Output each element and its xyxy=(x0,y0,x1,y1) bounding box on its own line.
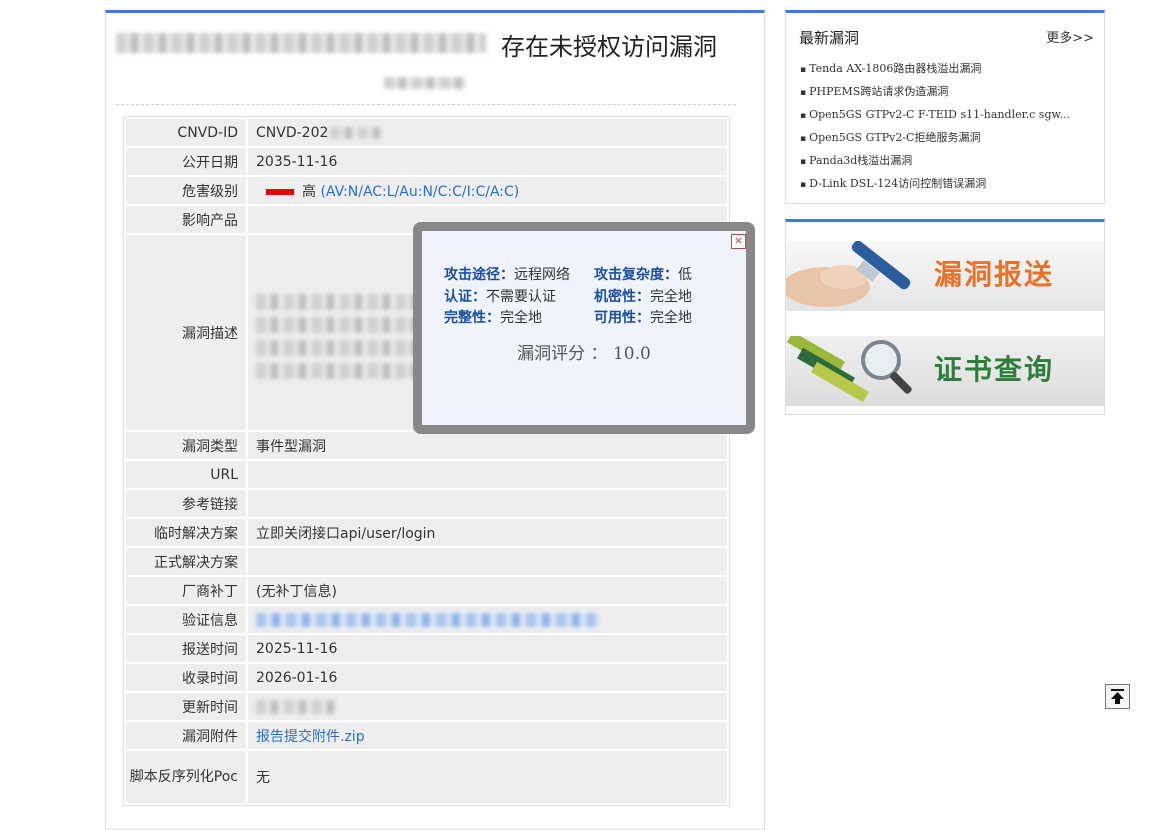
severity-value: 高 (AV:N/AC:L/Au:N/C:C/I:C/A:C) xyxy=(248,177,727,204)
row-label: 报送时间 xyxy=(126,635,246,662)
integrity: 完整性：完全地 xyxy=(444,310,542,326)
banner-label: 证书查询 xyxy=(934,353,1055,386)
temp-solution-value: 立即关闭接口api/user/login xyxy=(248,519,727,546)
row-label: 验证信息 xyxy=(126,606,246,633)
redacted-date xyxy=(256,699,336,714)
table-row: 厂商补丁 (无补丁信息) xyxy=(126,577,727,604)
row-label: 参考链接 xyxy=(126,490,246,517)
table-row: 参考链接 xyxy=(126,490,727,517)
row-label: 危害级别 xyxy=(126,177,246,204)
attack-vector: 攻击途径：远程网络 xyxy=(444,267,570,283)
update-time-value xyxy=(248,693,727,720)
table-row: CNVD-ID CNVD-202 xyxy=(126,119,727,146)
redacted-subtitle xyxy=(384,77,466,89)
publish-date-value: 2035-11-16 xyxy=(248,148,727,175)
table-row: URL xyxy=(126,461,727,488)
authentication: 认证：不需要认证 xyxy=(444,289,556,305)
redacted-text xyxy=(256,362,421,379)
row-label: 厂商补丁 xyxy=(126,577,246,604)
attachment-link[interactable]: 报告提交附件.zip xyxy=(256,729,365,745)
row-label: 更新时间 xyxy=(126,693,246,720)
back-to-top-button[interactable] xyxy=(1105,684,1130,709)
cvss-score: 漏洞评分 ： 10.0 xyxy=(517,344,651,364)
row-label: 公开日期 xyxy=(126,148,246,175)
redacted-link[interactable] xyxy=(256,612,600,627)
page-title: 存在未授权访问漏洞 xyxy=(116,27,736,63)
cnvd-id-value: CNVD-202 xyxy=(248,119,727,146)
list-item[interactable]: Tenda AX-1806路由器栈溢出漏洞 xyxy=(800,57,1070,80)
table-row: 正式解决方案 xyxy=(126,548,727,575)
redacted-text xyxy=(256,316,421,333)
table-row: 危害级别 高 (AV:N/AC:L/Au:N/C:C/I:C/A:C) xyxy=(126,177,727,204)
record-time-value: 2026-01-16 xyxy=(248,664,727,691)
row-label: 漏洞附件 xyxy=(126,722,246,749)
table-row: 验证信息 xyxy=(126,606,727,633)
table-row: 漏洞附件 报告提交附件.zip xyxy=(126,722,727,749)
pen-hand-icon xyxy=(786,241,911,307)
table-row: 公开日期 2035-11-16 xyxy=(126,148,727,175)
row-label: 脚本反序列化Poc xyxy=(126,751,246,803)
cert-query-banner[interactable]: 证书查询 xyxy=(786,336,1104,406)
table-row: 收录时间 2026-01-16 xyxy=(126,664,727,691)
table-row: 脚本反序列化Poc 无 xyxy=(126,751,727,803)
row-label: 收录时间 xyxy=(126,664,246,691)
report-time-value: 2025-11-16 xyxy=(248,635,727,662)
redacted-id xyxy=(330,126,383,139)
table-row: 临时解决方案 立即关闭接口api/user/login xyxy=(126,519,727,546)
row-label: 漏洞描述 xyxy=(126,235,246,430)
table-row: 更新时间 xyxy=(126,693,727,720)
row-label: 漏洞类型 xyxy=(126,432,246,459)
row-label: URL xyxy=(126,461,246,488)
latest-list: Tenda AX-1806路由器栈溢出漏洞 PHPEMS跨站请求伪造漏洞 Ope… xyxy=(800,57,1070,195)
vuln-report-banner[interactable]: 漏洞报送 xyxy=(786,241,1104,311)
row-label: 正式解决方案 xyxy=(126,548,246,575)
script-poc-value: 无 xyxy=(248,751,727,803)
attack-complexity: 攻击复杂度：低 xyxy=(594,267,692,283)
cvss-popup: × 攻击途径：远程网络 攻击复杂度：低 认证：不需要认证 机密性：完全地 完整性… xyxy=(413,222,755,434)
banner-label: 漏洞报送 xyxy=(934,258,1055,291)
verification-value[interactable] xyxy=(248,606,727,633)
latest-vulnerabilities-box: 最新漏洞 更多>> Tenda AX-1806路由器栈溢出漏洞 PHPEMS跨站… xyxy=(785,10,1105,204)
magnifier-books-icon xyxy=(787,336,912,403)
divider xyxy=(116,104,736,105)
severity-level: 高 xyxy=(302,183,316,200)
cvss-popup-body: × 攻击途径：远程网络 攻击复杂度：低 认证：不需要认证 机密性：完全地 完整性… xyxy=(422,231,746,425)
row-label: CNVD-ID xyxy=(126,119,246,146)
title-suffix: 存在未授权访问漏洞 xyxy=(501,33,717,61)
cvss-vector-link[interactable]: (AV:N/AC:L/Au:N/C:C/I:C/A:C) xyxy=(320,184,519,200)
row-label: 临时解决方案 xyxy=(126,519,246,546)
row-label: 影响产品 xyxy=(126,206,246,233)
vulnerability-info-table: CNVD-ID CNVD-202 公开日期 2035-11-16 危害级别 高 … xyxy=(123,116,730,806)
redacted-title-prefix xyxy=(116,33,486,53)
close-icon[interactable]: × xyxy=(731,234,746,249)
table-row: 报送时间 2025-11-16 xyxy=(126,635,727,662)
list-item[interactable]: Open5GS GTPv2-C F-TEID s11-handler.c sgw… xyxy=(800,103,1070,126)
redacted-text xyxy=(256,339,421,356)
table-row: 漏洞类型 事件型漏洞 xyxy=(126,432,727,459)
formal-solution-value xyxy=(248,548,727,575)
more-link[interactable]: 更多>> xyxy=(1046,27,1094,46)
availability: 可用性：完全地 xyxy=(594,310,692,326)
list-item[interactable]: PHPEMS跨站请求伪造漏洞 xyxy=(800,80,1070,103)
latest-title: 最新漏洞 xyxy=(799,29,860,47)
redacted-text xyxy=(256,293,421,310)
confidentiality: 机密性：完全地 xyxy=(594,289,692,305)
arrow-up-to-line-icon xyxy=(1111,689,1124,704)
vuln-type-value: 事件型漏洞 xyxy=(248,432,727,459)
references-value xyxy=(248,490,727,517)
severity-bar xyxy=(266,188,294,195)
attachment-value: 报告提交附件.zip xyxy=(248,722,727,749)
banner-box: 漏洞报送 证书查询 xyxy=(785,219,1105,415)
url-value xyxy=(248,461,727,488)
list-item[interactable]: Panda3d栈溢出漏洞 xyxy=(800,149,1070,172)
list-item[interactable]: D-Link DSL-124访问控制错误漏洞 xyxy=(800,172,1070,195)
vendor-patch-value: (无补丁信息) xyxy=(248,577,727,604)
list-item[interactable]: Open5GS GTPv2-C拒绝服务漏洞 xyxy=(800,126,1070,149)
